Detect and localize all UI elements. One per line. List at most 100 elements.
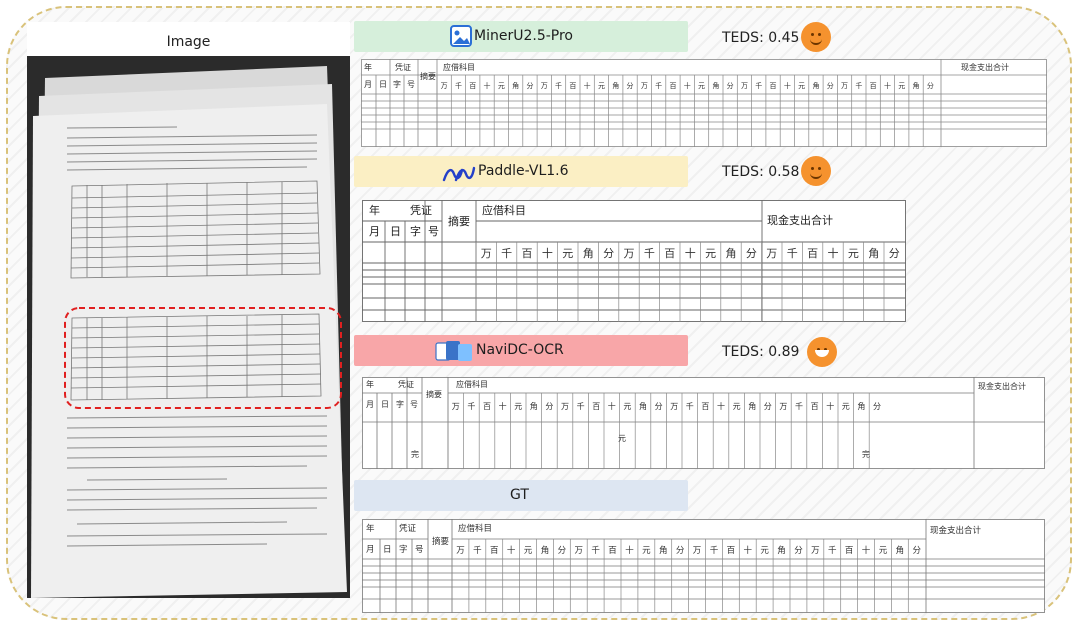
document-stack-icon bbox=[435, 341, 472, 361]
cell-year: 年 bbox=[369, 203, 380, 217]
digit-unit-label: 分 bbox=[627, 81, 634, 90]
cell-day: 日 bbox=[383, 545, 392, 555]
gt-header: GT bbox=[354, 480, 688, 511]
digit-unit-label: 角 bbox=[896, 545, 905, 556]
cell-day: 日 bbox=[381, 400, 389, 409]
cell-day: 日 bbox=[379, 80, 387, 89]
cell-receivable: 应借科目 bbox=[482, 203, 526, 217]
smiling-face-icon bbox=[801, 156, 831, 186]
digit-unit-label: 分 bbox=[676, 546, 685, 556]
digit-unit-label: 千 bbox=[855, 81, 862, 90]
digit-unit-label: 千 bbox=[555, 81, 562, 90]
digit-unit-label: 百 bbox=[664, 247, 675, 260]
digit-unit-label: 十 bbox=[542, 246, 553, 260]
digit-unit-label: 分 bbox=[873, 402, 881, 411]
digit-unit-label: 角 bbox=[583, 247, 594, 260]
digit-unit-label: 千 bbox=[644, 247, 655, 260]
gt-table-drawing: 万千百十元角分万千百十元角分万千百十元角分万千百十元角分 年 凭证 应借科目 现… bbox=[362, 519, 1045, 613]
cell-end-mark: 完 bbox=[411, 449, 419, 459]
digit-unit-label: 百 bbox=[592, 402, 600, 411]
digit-unit-label: 百 bbox=[569, 82, 576, 90]
digit-unit-label: 万 bbox=[574, 546, 583, 556]
digit-unit-label: 角 bbox=[712, 81, 719, 90]
paddle-table: 万千百十元角分万千百十元角分万千百十元角分 年 凭证 应借科目 现金支出合计 月… bbox=[362, 200, 906, 322]
mineru-label: MinerU2.5-Pro bbox=[474, 28, 573, 44]
digit-unit-label: 百 bbox=[522, 247, 533, 260]
digit-unit-label: 十 bbox=[828, 246, 839, 260]
digit-unit-label: 元 bbox=[698, 82, 705, 90]
mineru-teds: TEDS: 0.45 bbox=[722, 30, 800, 46]
digit-unit-label: 十 bbox=[608, 401, 616, 411]
digit-unit-label: 角 bbox=[857, 401, 865, 411]
digit-unit-label: 元 bbox=[642, 546, 651, 556]
digit-unit-label: 千 bbox=[710, 545, 719, 556]
cell-hao: 号 bbox=[428, 225, 439, 238]
digit-unit-label: 元 bbox=[798, 82, 805, 90]
document-photo bbox=[27, 56, 350, 598]
digit-unit-label: 十 bbox=[826, 401, 834, 411]
paddle-logo-icon bbox=[442, 166, 476, 182]
digit-unit-label: 元 bbox=[623, 402, 631, 411]
digit-unit-label: 百 bbox=[727, 546, 736, 556]
digit-unit-label: 分 bbox=[558, 546, 567, 556]
digit-unit-label: 十 bbox=[784, 81, 791, 90]
digit-unit-label: 角 bbox=[541, 545, 550, 556]
digit-unit-label: 万 bbox=[741, 82, 748, 90]
navidc-header: NaviDC-OCR bbox=[354, 335, 688, 366]
digit-unit-label: 万 bbox=[541, 82, 548, 90]
digit-unit-label: 万 bbox=[561, 402, 569, 411]
digit-unit-label: 元 bbox=[598, 82, 605, 90]
navidc-table: 万千百十元角分万千百十元角分万千百十元角分万千百十元角分 年 凭证 应借科目 现… bbox=[362, 377, 1045, 469]
digit-unit-label: 十 bbox=[717, 401, 725, 411]
digit-unit-label: 元 bbox=[514, 402, 522, 411]
digit-unit-label: 十 bbox=[484, 81, 491, 90]
cell-year: 年 bbox=[366, 379, 374, 389]
digit-unit-label: 百 bbox=[490, 546, 499, 556]
digit-unit-label: 十 bbox=[884, 81, 891, 90]
digit-unit-label: 万 bbox=[641, 82, 648, 90]
digit-unit-label: 十 bbox=[743, 545, 752, 556]
digit-unit-label: 角 bbox=[868, 247, 879, 260]
digit-unit-label: 万 bbox=[779, 402, 787, 411]
mineru-table: 万千百十元角分万千百十元角分万千百十元角分万千百十元角分万千百十元角分 年 凭证… bbox=[361, 59, 1047, 147]
digit-unit-label: 分 bbox=[764, 402, 772, 411]
digit-unit-label: 万 bbox=[452, 402, 460, 411]
cell-yuan-mark: 元 bbox=[618, 434, 626, 443]
mineru-header: MinerU2.5-Pro bbox=[354, 21, 688, 52]
neutral-face-icon bbox=[801, 22, 831, 52]
digit-unit-label: 十 bbox=[862, 545, 871, 556]
navidc-label: NaviDC-OCR bbox=[476, 342, 564, 358]
cell-voucher: 凭证 bbox=[399, 523, 417, 534]
digit-unit-label: 分 bbox=[794, 546, 803, 556]
cell-voucher: 凭证 bbox=[395, 62, 411, 72]
digit-unit-label: 万 bbox=[670, 402, 678, 411]
cell-hao: 号 bbox=[410, 400, 418, 409]
digit-unit-label: 万 bbox=[481, 247, 492, 260]
digit-unit-label: 百 bbox=[845, 546, 854, 556]
digit-unit-label: 角 bbox=[612, 81, 619, 90]
cell-zi: 字 bbox=[399, 544, 408, 555]
digit-unit-label: 分 bbox=[746, 247, 757, 260]
digit-unit-label: 十 bbox=[685, 246, 696, 260]
digit-unit-label: 十 bbox=[584, 81, 591, 90]
digit-unit-label: 万 bbox=[841, 82, 848, 90]
digit-unit-label: 角 bbox=[726, 247, 737, 260]
digit-unit-label: 角 bbox=[512, 81, 519, 90]
image-panel: Image bbox=[27, 22, 350, 598]
digit-unit-label: 百 bbox=[469, 82, 476, 90]
digit-unit-label: 万 bbox=[693, 546, 702, 556]
digit-unit-label: 分 bbox=[526, 81, 533, 90]
cell-receivable: 应借科目 bbox=[456, 379, 488, 389]
cell-month: 月 bbox=[364, 80, 372, 89]
digit-unit-label: 角 bbox=[639, 401, 647, 411]
digit-unit-label: 十 bbox=[507, 545, 516, 556]
digit-unit-label: 千 bbox=[473, 545, 482, 556]
digit-unit-label: 元 bbox=[848, 247, 859, 260]
mineru-table-drawing: 万千百十元角分万千百十元角分万千百十元角分万千百十元角分万千百十元角分 年 凭证… bbox=[361, 59, 1047, 147]
cell-day: 日 bbox=[390, 225, 401, 238]
digit-unit-label: 千 bbox=[755, 81, 762, 90]
digit-unit-label: 十 bbox=[499, 401, 507, 411]
digit-unit-label: 角 bbox=[812, 81, 819, 90]
digit-unit-label: 百 bbox=[807, 247, 818, 260]
gt-label: GT bbox=[510, 487, 529, 503]
